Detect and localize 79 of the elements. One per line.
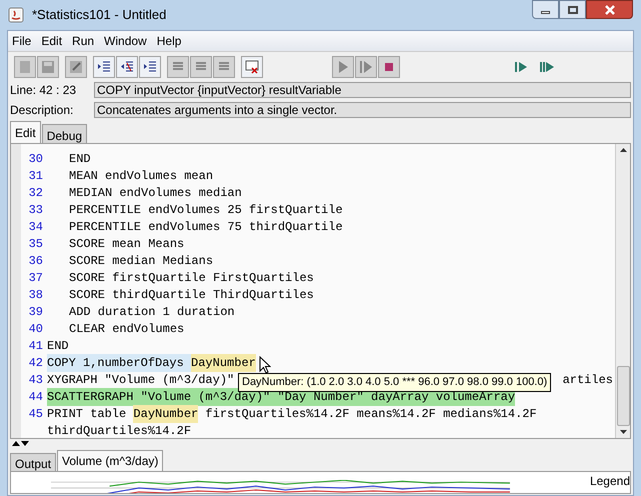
close-icon	[604, 4, 614, 14]
scroll-down-icon[interactable]	[620, 430, 626, 434]
tooltip: DayNumber: (1.0 2.0 3.0 4.0 5.0 *** 96.0 97.0 98.0 99.0 100.0)	[238, 373, 552, 392]
outdent-icon[interactable]	[116, 56, 138, 78]
editor-tab[interactable]: Edit	[10, 121, 41, 143]
output-tab[interactable]: Output	[10, 453, 56, 471]
code-text: MEDIAN endVolumes median	[69, 184, 242, 202]
legend-title: Legend	[590, 474, 630, 490]
edit-icon[interactable]	[65, 56, 87, 78]
code-text: MEAN endVolumes mean	[69, 168, 214, 184]
stop-icon[interactable]	[378, 56, 400, 78]
code-text: PERCENTILE endVolumes 25 firstQuartile	[69, 202, 343, 218]
run-icon[interactable]	[332, 56, 354, 78]
align-icon[interactable]	[167, 56, 189, 78]
align-icon[interactable]	[213, 56, 235, 78]
code-text: ADD duration 1 duration	[69, 304, 235, 320]
menu-item[interactable]: Edit	[41, 32, 62, 50]
description-label: Description:	[10, 102, 74, 119]
line-number: 35	[28, 236, 43, 252]
code-editor[interactable]	[10, 143, 631, 439]
indent-icon[interactable]	[139, 56, 161, 78]
highlighted-token: DayNumber	[133, 404, 198, 422]
code-text: CLEAR endVolumes	[69, 320, 184, 338]
clear-icon[interactable]	[241, 56, 263, 78]
code-text: firstQuartiles%14.2F means%14.2F medians%14.2F	[204, 406, 537, 422]
line-number: 42	[28, 354, 43, 372]
scroll-up-icon[interactable]	[620, 148, 626, 152]
maximize-button[interactable]	[559, 0, 586, 19]
line-number: 41	[28, 338, 43, 354]
line-number: 40	[28, 320, 43, 338]
line-label: Line: 42 : 23	[10, 82, 78, 99]
expand-up-icon[interactable]	[12, 441, 20, 446]
align-icon[interactable]	[190, 56, 212, 78]
code-text: SCORE firstQuartile FirstQuartiles	[69, 270, 314, 286]
menu-item[interactable]: Window	[104, 32, 147, 50]
menu-item[interactable]: Run	[72, 32, 94, 50]
line-number: 33	[28, 202, 43, 218]
line-number: 34	[28, 218, 43, 236]
window-title: *Statistics101 - Untitled	[32, 6, 166, 24]
code-text: SCATTERGRAPH "Volume (m^3/day)" "Day Number" dayArray volumeArray	[47, 388, 516, 406]
indent-icon[interactable]	[93, 56, 115, 78]
code-text: PERCENTILE endVolumes 75 thirdQuartile	[69, 218, 343, 236]
minimize-icon	[541, 11, 550, 14]
menu-item[interactable]: File	[12, 32, 32, 50]
code-text: artiles	[562, 372, 613, 388]
line-number: 37	[28, 270, 43, 286]
code-text: thirdQuartiles%14.2F	[47, 422, 192, 438]
editor-tab[interactable]: Debug	[42, 124, 88, 143]
line-number: 36	[28, 252, 43, 270]
output-tab[interactable]: Volume (m^3/day)	[57, 450, 164, 471]
code-text: SCORE mean Means	[69, 236, 184, 252]
app-icon	[8, 7, 24, 23]
line-number: 31	[28, 168, 43, 184]
menu-item[interactable]: Help	[156, 32, 182, 50]
line-number: 39	[28, 304, 43, 320]
vertical-scrollbar[interactable]	[615, 144, 630, 438]
line-number: 38	[28, 286, 43, 304]
minimize-button[interactable]	[532, 0, 559, 19]
description-field: Concatenates arguments into a single vector.	[94, 102, 631, 118]
code-text: END	[47, 338, 69, 354]
maximize-icon	[568, 6, 578, 14]
line-number: 43	[28, 372, 43, 388]
mouse-cursor-icon	[259, 356, 271, 374]
code-text: SCORE thirdQuartile ThirdQuartiles	[69, 286, 314, 304]
expand-down-icon[interactable]	[21, 441, 29, 446]
code-text: END	[69, 150, 91, 168]
code-text: SCORE median Medians	[69, 252, 214, 270]
code-text: COPY 1,numberOfDays	[47, 354, 185, 372]
syntax-field: COPY inputVector {inputVector} resultVariable	[94, 82, 631, 98]
line-number: 44	[28, 388, 43, 406]
code-text: PRINT table	[47, 406, 128, 422]
close-button[interactable]	[586, 0, 633, 19]
line-number: 45	[28, 406, 43, 422]
highlighted-token: DayNumber	[191, 354, 256, 372]
step-icon[interactable]	[355, 56, 377, 78]
line-number: 32	[28, 184, 43, 202]
scroll-thumb[interactable]	[616, 366, 630, 426]
code-text: XYGRAPH "Volume (m^3/day)"	[47, 372, 234, 388]
line-number: 30	[28, 150, 43, 168]
